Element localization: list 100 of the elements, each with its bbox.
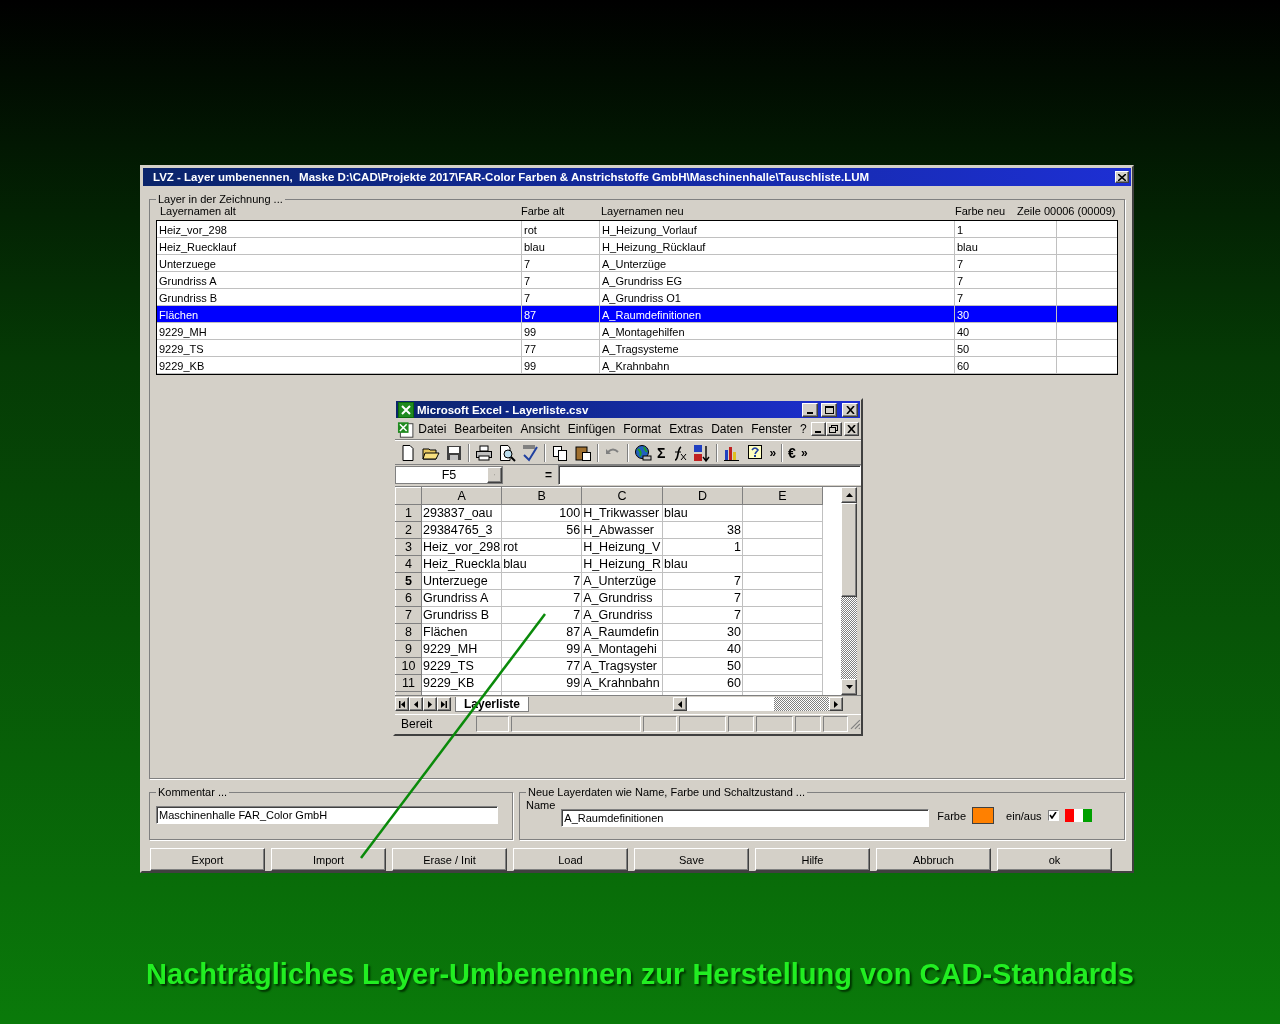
spreadsheet-app-icon xyxy=(398,401,414,418)
table-row[interactable]: Flächen 87 A_Raumdefinitionen 30 xyxy=(157,306,1117,323)
scroll-up-button[interactable] xyxy=(841,487,857,504)
formula-field[interactable] xyxy=(558,465,861,486)
table-cell: Grundriss B xyxy=(421,606,502,624)
table-cell: 87 xyxy=(522,306,600,323)
horizontal-scrollbar[interactable] xyxy=(673,697,843,712)
table-cell: Heiz_Ruecklа xyxy=(421,555,502,573)
column-header[interactable]: E xyxy=(742,487,823,505)
table-cell: rot xyxy=(501,538,582,556)
table-cell: A_Tragsysteme xyxy=(600,340,955,357)
minimize-icon xyxy=(807,411,813,414)
euro-glyph[interactable]: € xyxy=(788,444,796,461)
table-cell: 9229_KB xyxy=(157,357,522,374)
left-arrow-icon xyxy=(678,700,682,708)
next-sheet-button[interactable] xyxy=(423,697,437,712)
table-cell: blau xyxy=(522,238,600,255)
name-box[interactable]: F5 xyxy=(395,466,503,485)
table-row[interactable]: 9229_KB 99 A_Krahnbahn 60 xyxy=(157,357,1117,374)
column-header[interactable]: C xyxy=(581,487,663,505)
column-header: Layernamen neu xyxy=(601,205,685,217)
menu-item[interactable]: Bearbeiten xyxy=(450,422,517,437)
scroll-down-button[interactable] xyxy=(841,679,857,696)
menu-item[interactable]: Fenster xyxy=(747,422,796,437)
table-cell: 99 xyxy=(501,640,582,658)
close-button[interactable] xyxy=(1115,171,1129,183)
up-arrow-icon xyxy=(845,493,853,498)
dialog-button[interactable]: Abbruch xyxy=(876,848,991,871)
paste-icon[interactable] xyxy=(574,443,592,462)
table-cell: 60 xyxy=(955,357,1057,374)
table-row[interactable]: 9229_TS 77 A_Tragsysteme 50 xyxy=(157,340,1117,357)
table-row[interactable]: 9229_MH 99 A_Montagehilfen 40 xyxy=(157,323,1117,340)
checkbox[interactable] xyxy=(1047,810,1059,821)
dialog-button[interactable]: Export xyxy=(150,848,265,871)
table-cell: H_Abwasser xyxy=(581,521,663,539)
save-icon[interactable] xyxy=(445,443,463,462)
table-cell: 30 xyxy=(955,306,1057,323)
table-cell: A_Montagehi xyxy=(581,640,663,658)
dialog-button[interactable]: ok xyxy=(997,848,1112,871)
printer-icon[interactable] xyxy=(475,443,493,462)
last-sheet-button[interactable] xyxy=(437,697,451,712)
globe-icon[interactable] xyxy=(634,443,652,462)
help-icon[interactable] xyxy=(746,443,765,462)
column-header[interactable]: D xyxy=(662,487,743,505)
table-cell: 1 xyxy=(955,221,1057,238)
vertical-scrollbar[interactable] xyxy=(841,487,857,696)
menu-item[interactable]: ? xyxy=(795,422,811,437)
close-button[interactable] xyxy=(842,402,858,417)
print-preview-icon[interactable] xyxy=(498,443,516,462)
slide-caption: Nachträgliches Layer-Umbenennen zur Herstellung von CAD-Standards xyxy=(146,958,1134,991)
table-cell: blau xyxy=(955,238,1057,255)
name-field[interactable]: A_Raumdefinitionen xyxy=(561,808,930,827)
copy-icon[interactable] xyxy=(551,443,569,462)
table-row[interactable]: Heiz_Ruecklauf blau H_Heizung_Rücklauf blau xyxy=(157,238,1117,255)
sum-glyph[interactable]: Σ xyxy=(657,444,666,461)
comment-field[interactable]: Maschinenhalle FAR_Color GmbH xyxy=(156,806,498,824)
table-cell: 1 xyxy=(662,538,743,556)
previous-sheet-button[interactable] xyxy=(409,697,423,712)
menu-item[interactable]: Extras xyxy=(665,422,708,437)
table-cell: 7 xyxy=(501,606,582,624)
more-glyph[interactable]: » xyxy=(769,444,777,461)
first-sheet-button[interactable] xyxy=(395,697,409,712)
close-button[interactable] xyxy=(843,422,859,437)
spellcheck-icon[interactable] xyxy=(521,443,539,462)
down-arrow-icon xyxy=(845,685,853,690)
sort-ascending-icon[interactable] xyxy=(693,443,712,462)
menu-item[interactable]: Daten xyxy=(707,422,748,437)
table-cell: A_Grundriss xyxy=(581,589,663,607)
menu-item[interactable]: Ansicht xyxy=(516,422,564,437)
table-row[interactable]: Grundriss A 7 A_Grundriss EG 7 xyxy=(157,272,1117,289)
row-counter: Zeile 00006 (00009) xyxy=(1017,205,1115,217)
close-icon xyxy=(846,425,856,434)
table-cell: 7 xyxy=(501,589,582,607)
table-row[interactable]: Heiz_vor_298 rot H_Heizung_Vorlauf 1 xyxy=(157,221,1117,238)
dialog-button[interactable]: Erase / Init xyxy=(392,848,507,871)
table-cell: A_Tragsyster xyxy=(581,657,663,675)
scroll-left-button[interactable] xyxy=(673,697,687,712)
restore-button[interactable] xyxy=(826,422,842,437)
menu-item[interactable]: Format xyxy=(619,422,666,437)
menu-item[interactable]: Datei xyxy=(414,422,451,437)
dropdown-button[interactable] xyxy=(487,467,502,484)
more-glyph[interactable]: » xyxy=(800,444,808,461)
dialog-button[interactable]: Load xyxy=(513,848,628,871)
maximize-button[interactable] xyxy=(821,402,837,417)
new-document-icon[interactable] xyxy=(399,443,417,462)
column-header[interactable]: A xyxy=(421,487,502,505)
menu-item[interactable]: Einfügen xyxy=(563,422,620,437)
minimize-button[interactable] xyxy=(810,422,827,437)
scroll-right-button[interactable] xyxy=(829,697,843,712)
dialog-button[interactable]: Hilfe xyxy=(755,848,870,871)
table-cell: H_Heizung_R xyxy=(581,555,663,573)
table-cell: Unterzuege xyxy=(157,255,522,272)
dialog-button[interactable]: Import xyxy=(271,848,386,871)
minimize-button[interactable] xyxy=(802,402,818,417)
table-row[interactable]: Unterzuege 7 A_Unterzüge 7 xyxy=(157,255,1117,272)
dialog-button[interactable]: Save xyxy=(634,848,749,871)
color-swatch[interactable] xyxy=(972,807,995,824)
table-cell: 7 xyxy=(662,606,743,624)
table-cell: 38 xyxy=(662,521,743,539)
column-header[interactable]: B xyxy=(501,487,582,505)
